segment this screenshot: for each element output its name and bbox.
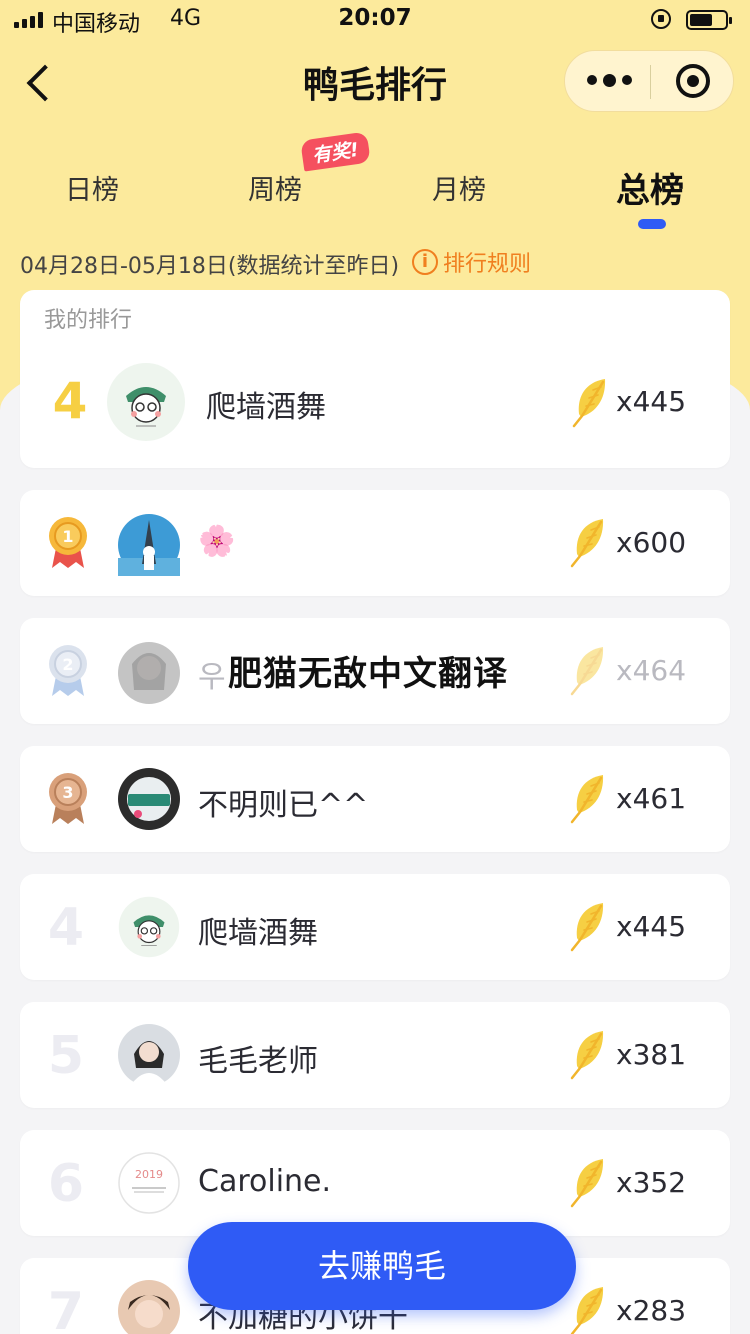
feather-icon [570,901,605,952]
list-item[interactable]: 6 2019 Caroline. x352 [20,1130,730,1236]
feather-icon [570,773,605,824]
avatar [118,896,180,958]
my-rank-card: 我的排行 4 爬墙酒舞 x445 [20,290,730,468]
my-rank-number: 4 [52,372,88,430]
bronze-medal-icon: 3 [49,773,87,824]
feather-count: x600 [616,526,687,559]
status-bar: 中国移动 4G 20:07 [0,0,750,40]
close-miniprogram-button[interactable] [676,64,710,98]
nickname: Caroline. [198,1164,332,1199]
avatar [118,514,180,576]
feather-count: x352 [616,1166,687,1199]
feather-icon [572,377,607,428]
more-button[interactable] [587,74,632,87]
feather-icon [570,1157,605,1208]
feather-icon [570,645,605,696]
list-item[interactable]: 1 🌸 x600 [20,490,730,596]
earn-feathers-button[interactable]: 去赚鸭毛 [188,1222,576,1310]
list-item[interactable]: 3 不明则已^^ x461 [20,746,730,852]
list-item[interactable]: 5 毛毛老师 x381 [20,1002,730,1108]
my-feather-count: x445 [616,385,687,418]
avatar: 2019 [118,1152,180,1214]
battery-icon [686,10,732,30]
feather-icon [570,517,605,568]
my-nickname: 爬墙酒舞 [206,390,326,425]
tab-monthly[interactable]: 月榜 [399,168,519,207]
nickname: 不明则已^^ [198,788,369,823]
silver-medal-icon: 2 [49,645,87,696]
tab-daily[interactable]: 日榜 [32,168,152,207]
clock: 20:07 [338,5,412,31]
rank-number: 4 [47,898,85,958]
period-text: 04月28日-05月18日(数据统计至昨日) [20,254,400,279]
feather-count: x461 [616,782,687,815]
svg-text:1: 1 [62,527,73,546]
my-rank-label: 我的排行 [44,308,133,333]
rank-number: 6 [47,1154,85,1214]
rank-number: 7 [47,1282,85,1334]
feather-icon [570,1029,605,1080]
svg-text:3: 3 [62,783,73,802]
watermark-overlay-text: 肥猫无敌中文翻译 [228,654,508,694]
info-icon: i [412,249,438,275]
tab-overall[interactable]: 总榜 [590,163,710,212]
gold-medal-icon: 1 [49,517,87,568]
feather-icon [570,1285,605,1334]
nickname: 毛毛老师 [198,1044,318,1079]
svg-text:2019: 2019 [135,1168,163,1181]
avatar [118,1280,180,1334]
active-tab-indicator [638,219,666,229]
list-item[interactable]: 4 爬墙酒舞 x445 [20,874,730,980]
rules-link[interactable]: i 排行规则 [412,246,531,278]
miniprogram-capsule [564,50,734,112]
orientation-lock-icon [651,9,671,29]
svg-text:2: 2 [62,655,73,674]
feather-count: x464 [616,654,687,687]
feather-count: x381 [616,1038,687,1071]
nickname: 우 [198,660,226,695]
avatar [118,642,180,704]
avatar [118,1024,180,1086]
avatar [118,768,180,830]
nickname: 🌸 [198,524,236,559]
feather-count: x445 [616,910,687,943]
tab-weekly[interactable]: 周榜 [215,168,335,207]
rank-number: 5 [47,1026,85,1086]
feather-count: x283 [616,1294,687,1327]
nickname: 爬墙酒舞 [198,916,318,951]
rules-label: 排行规则 [443,252,532,277]
avatar [106,362,186,442]
